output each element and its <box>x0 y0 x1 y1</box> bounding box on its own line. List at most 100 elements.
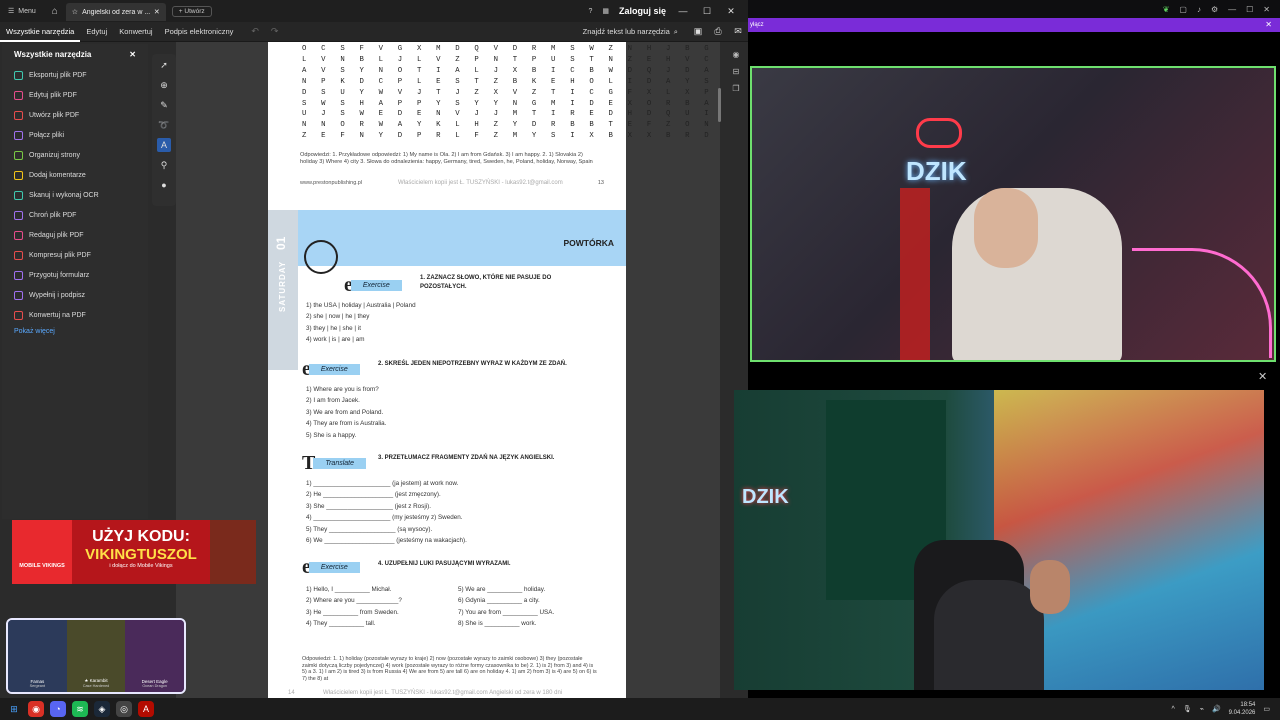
tab-e-signature[interactable]: Podpis elektroniczny <box>159 22 240 42</box>
tab-edit[interactable]: Edytuj <box>80 22 113 42</box>
undo-icon[interactable]: ↶ <box>251 26 259 37</box>
badge-label: Exercise <box>350 280 402 291</box>
show-more-link[interactable]: Pokaż więcej <box>2 325 148 338</box>
date: 9.04.2026 <box>1228 710 1256 716</box>
bar-button[interactable]: yłącz <box>750 22 764 28</box>
sidebar-tool-item[interactable]: Połącz pliki <box>2 125 148 145</box>
zoom-icon[interactable]: ⊕ <box>157 78 171 92</box>
lasso-icon[interactable]: ➰ <box>157 118 171 132</box>
sidebar-tool-item[interactable]: Przygotuj formularz <box>2 265 148 285</box>
tool-icon <box>14 110 23 120</box>
document-view[interactable]: O C S F V G X M D Q V D R M S W Z N H J … <box>176 42 720 698</box>
home-icon[interactable]: ⌂ <box>44 6 66 17</box>
network-icon[interactable]: ⌁ <box>1200 705 1204 713</box>
close-panel-icon[interactable]: ✕ <box>129 50 136 59</box>
exercise-title: 2. SKREŚL JEDEN NIEPOTRZEBNY WYRAZ W KAŻ… <box>378 361 567 367</box>
sign-in-button[interactable]: Zaloguj się <box>619 6 666 16</box>
leaf-icon[interactable]: ❦ <box>1163 5 1170 14</box>
acrobat-icon[interactable]: A <box>138 701 154 717</box>
watermark: Właścicielem kopii jest Ł. TUSZYŃSKI - l… <box>398 180 563 186</box>
menu-button[interactable]: ☰ Menu <box>0 0 44 22</box>
tool-icon <box>14 170 23 180</box>
close-tab-icon[interactable]: ✕ <box>154 8 160 16</box>
color-dot-icon[interactable]: ● <box>157 178 171 192</box>
chevron-up-icon[interactable]: ^ <box>1172 706 1175 713</box>
hamburger-icon: ☰ <box>8 8 15 15</box>
notification-icon[interactable]: ▭ <box>1263 705 1270 713</box>
redo-icon[interactable]: ↷ <box>271 26 279 37</box>
save-icon[interactable]: ▣ <box>688 26 708 37</box>
sidebar-tool-item[interactable]: Organizuj strony <box>2 145 148 165</box>
close-window-icon[interactable]: ✕ <box>724 6 738 17</box>
mic-icon[interactable]: 🎙 <box>1183 705 1192 713</box>
list-item: 8) She is __________ work. <box>457 620 537 628</box>
header-band: POWTÓRKA <box>298 210 626 266</box>
sidebar-tool-item[interactable]: Kompresuj plik PDF <box>2 245 148 265</box>
find-tools-search[interactable]: Znajdź tekst lub narzędzia ⌕ <box>583 27 688 37</box>
tool-icon <box>14 250 23 260</box>
obs-icon[interactable]: ◎ <box>116 701 132 717</box>
tool-label: Dodaj komentarze <box>29 171 86 179</box>
tab-all-tools[interactable]: Wszystkie narzędzia <box>0 22 81 42</box>
word-search-grid: O C S F V G X M D Q V D R M S W Z N H J … <box>268 42 714 142</box>
maximize-icon[interactable]: ☐ <box>700 6 714 17</box>
tool-icon <box>14 210 23 220</box>
sidebar-tool-item[interactable]: Utwórz plik PDF <box>2 105 148 125</box>
spotify-icon[interactable]: ≋ <box>72 701 88 717</box>
sidebar-tool-item[interactable]: Dodaj komentarze <box>2 165 148 185</box>
chrome-icon[interactable]: ◉ <box>28 701 44 717</box>
print-icon[interactable]: ⎙ <box>708 26 728 37</box>
list-item: 2) she | now | he | they <box>306 313 370 321</box>
text-select-icon[interactable]: A <box>157 138 171 152</box>
tools-toolbar: Wszystkie narzędzia Edytuj Konwertuj Pod… <box>0 22 748 42</box>
sidebar-tool-item[interactable]: Wypełnij i podpisz <box>2 285 148 305</box>
close-icon[interactable]: ✕ <box>1265 18 1272 32</box>
stamp-icon[interactable]: ⚲ <box>157 158 171 172</box>
settings-icon[interactable]: ⚙ <box>1211 5 1218 14</box>
comment-icon[interactable]: ◉ <box>733 50 740 59</box>
tool-icon <box>14 90 23 100</box>
tab-convert[interactable]: Konwertuj <box>113 22 158 42</box>
clock[interactable]: 18:54 9.04.2026 <box>1229 701 1256 717</box>
help-icon[interactable]: ? <box>588 8 592 15</box>
sidebar-tool-item[interactable]: Edytuj plik PDF <box>2 85 148 105</box>
pen-icon[interactable]: ✎ <box>157 98 171 112</box>
skins-overlay: Famas Sergeant ★ Karambit Case Hardened … <box>6 618 186 694</box>
mute-icon[interactable]: ♪ <box>1197 5 1201 14</box>
bookmark-icon[interactable]: ⊟ <box>733 67 740 76</box>
pdf-page-14: 01 SATURDAY POWTÓRKA e Exercise 1. ZAZNAC… <box>268 210 626 698</box>
sidebar-tool-item[interactable]: Redaguj plik PDF <box>2 225 148 245</box>
footer-url[interactable]: www.prestonpublishing.pl <box>300 180 362 186</box>
sidebar-tool-item[interactable]: Chroń plik PDF <box>2 205 148 225</box>
tool-icon <box>14 290 23 300</box>
select-cursor-icon[interactable]: ➚ <box>157 58 171 72</box>
minimize-icon[interactable]: — <box>1228 5 1236 14</box>
tool-icon <box>14 230 23 240</box>
minimize-icon[interactable]: — <box>676 6 690 16</box>
close-icon[interactable]: ✕ <box>1263 5 1270 14</box>
volume-icon[interactable]: 🔊 <box>1212 705 1221 713</box>
steam-icon[interactable]: ◈ <box>94 701 110 717</box>
tool-label: Połącz pliki <box>29 131 65 139</box>
grid-row: O C S F V G X M D Q V D R M S W Z N H J … <box>302 45 714 53</box>
screen-icon[interactable]: ▢ <box>1179 5 1187 14</box>
create-button[interactable]: + Utwórz <box>171 5 212 17</box>
tool-icon <box>14 270 23 280</box>
list-item: 1) ______________________ (ja jestem) at… <box>306 480 459 487</box>
apps-grid-icon[interactable]: ▦ <box>602 7 609 15</box>
sidebar-tool-item[interactable]: Eksportuj plik PDF <box>2 65 148 85</box>
page-footer: 14 Właścicielem kopii jest Ł. TUSZYŃSKI … <box>288 690 562 696</box>
scrollbar-thumb[interactable] <box>718 88 721 122</box>
windows-start-icon[interactable]: ⊞ <box>6 701 22 717</box>
maximize-icon[interactable]: ☐ <box>1246 5 1253 14</box>
close-cam-icon[interactable]: ✕ <box>1258 370 1267 383</box>
pages-icon[interactable]: ❐ <box>732 84 739 93</box>
neon-sign: DZIK <box>742 486 789 508</box>
time: 18:54 <box>1240 702 1256 708</box>
document-tab[interactable]: ☆ Angielski od zera w ... ✕ <box>65 3 166 21</box>
mail-icon[interactable]: ✉ <box>728 26 748 37</box>
sidebar-tool-item[interactable]: Konwertuj na PDF <box>2 305 148 325</box>
star-icon[interactable]: ☆ <box>72 8 78 16</box>
discord-icon[interactable]: ◔ <box>50 701 66 717</box>
sidebar-tool-item[interactable]: Skanuj i wykonaj OCR <box>2 185 148 205</box>
